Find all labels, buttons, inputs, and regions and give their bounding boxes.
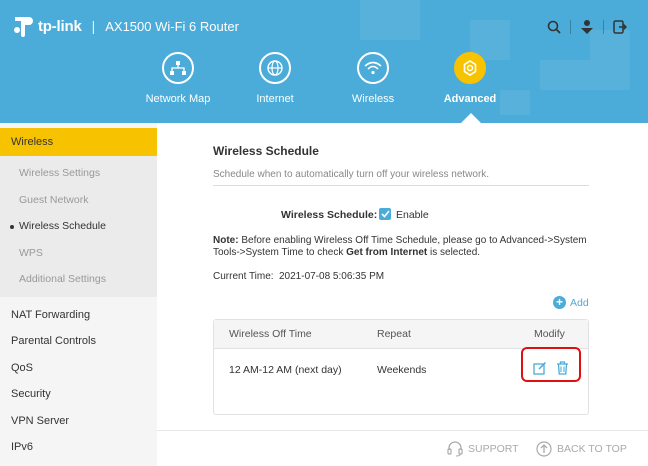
note-prefix: Note: xyxy=(213,235,239,246)
page-description: Schedule when to automatically turn off … xyxy=(213,169,490,180)
logout-icon[interactable] xyxy=(610,17,630,37)
add-label: Add xyxy=(570,296,589,309)
column-header-off-time: Wireless Off Time xyxy=(229,328,312,340)
nav-label: Advanced xyxy=(443,93,497,105)
add-button[interactable]: + Add xyxy=(553,296,589,309)
plus-icon: + xyxy=(553,296,566,309)
enable-label[interactable]: Enable xyxy=(396,209,429,221)
note-bold: Get from Internet xyxy=(346,246,428,258)
back-to-top-button[interactable]: BACK TO TOP xyxy=(536,441,627,457)
modify-highlight-box xyxy=(521,347,581,382)
support-button[interactable]: SUPPORT xyxy=(447,441,519,457)
checkmark-icon xyxy=(380,210,390,218)
top-header: tp-link | AX1500 Wi-Fi 6 Router Network … xyxy=(0,0,648,123)
active-nav-indicator xyxy=(461,113,481,123)
tp-link-logo[interactable]: tp-link | AX1500 Wi-Fi 6 Router xyxy=(12,15,239,37)
search-icon[interactable] xyxy=(544,17,564,37)
main-nav: Network Map Internet Wireless Advanced xyxy=(0,52,648,123)
divider xyxy=(213,185,589,186)
background-decoration xyxy=(360,0,420,40)
user-icon[interactable] xyxy=(577,17,597,37)
column-header-modify: Modify xyxy=(534,328,565,340)
page-title: Wireless Schedule xyxy=(213,144,319,158)
support-label: SUPPORT xyxy=(468,443,519,455)
sidebar-item-wireless-settings[interactable]: Wireless Settings xyxy=(0,160,157,187)
sidebar-item-parental-controls[interactable]: Parental Controls xyxy=(0,328,157,355)
sidebar-item-security[interactable]: Security xyxy=(0,381,157,408)
footer: SUPPORT BACK TO TOP xyxy=(157,430,648,466)
sidebar-item-wps[interactable]: WPS xyxy=(0,240,157,267)
nav-advanced[interactable]: Advanced xyxy=(430,52,510,105)
off-time-cell: 12 AM-12 AM (next day) xyxy=(229,364,342,376)
nav-internet[interactable]: Internet xyxy=(235,52,315,105)
sidebar-item-vpn-server[interactable]: VPN Server xyxy=(0,408,157,435)
nav-label: Wireless xyxy=(351,93,395,105)
note-text: Note: Before enabling Wireless Off Time … xyxy=(213,235,593,258)
schedule-label: Wireless Schedule: xyxy=(281,209,378,221)
sidebar-item-nat-forwarding[interactable]: NAT Forwarding xyxy=(0,302,157,329)
header-separator: | xyxy=(91,18,96,34)
wifi-icon xyxy=(357,52,389,84)
nav-label: Internet xyxy=(256,93,294,105)
repeat-cell: Weekends xyxy=(377,364,427,376)
current-time-value: 2021-07-08 5:06:35 PM xyxy=(279,271,385,282)
sidebar: Wireless Wireless Settings Guest Network… xyxy=(0,123,157,466)
nav-label: Network Map xyxy=(145,93,211,105)
sidebar-item-qos[interactable]: QoS xyxy=(0,355,157,382)
arrow-up-icon xyxy=(536,441,552,457)
tp-link-logo-icon xyxy=(12,15,34,37)
toolbar-divider xyxy=(603,20,604,34)
router-model: AX1500 Wi-Fi 6 Router xyxy=(105,18,239,34)
sidebar-item-guest-network[interactable]: Guest Network xyxy=(0,187,157,214)
back-to-top-label: BACK TO TOP xyxy=(557,443,627,455)
sidebar-item-wireless-schedule[interactable]: Wireless Schedule xyxy=(0,213,157,240)
toolbar-divider xyxy=(570,20,571,34)
main-content: Wireless Schedule Schedule when to autom… xyxy=(157,123,648,466)
headset-icon xyxy=(447,441,463,457)
schedule-table: Wireless Off Time Repeat Modify 12 AM-12… xyxy=(213,319,589,415)
globe-icon xyxy=(259,52,291,84)
sidebar-item-ipv6[interactable]: IPv6 xyxy=(0,434,157,461)
table-header: Wireless Off Time Repeat Modify xyxy=(214,320,588,349)
sidebar-submenu: Wireless Settings Guest Network Wireless… xyxy=(0,156,157,297)
enable-checkbox[interactable] xyxy=(379,208,391,220)
brand-name: tp-link xyxy=(38,17,82,35)
network-map-icon xyxy=(162,52,194,84)
sidebar-item-wireless[interactable]: Wireless xyxy=(0,128,157,156)
column-header-repeat: Repeat xyxy=(377,328,411,340)
gear-icon xyxy=(454,52,486,84)
sidebar-item-additional-settings[interactable]: Additional Settings xyxy=(0,266,157,293)
header-toolbar xyxy=(544,17,630,37)
nav-wireless[interactable]: Wireless xyxy=(333,52,413,105)
note-suffix: is selected. xyxy=(427,246,481,258)
nav-network-map[interactable]: Network Map xyxy=(138,52,218,105)
current-time-label: Current Time: xyxy=(213,271,274,282)
